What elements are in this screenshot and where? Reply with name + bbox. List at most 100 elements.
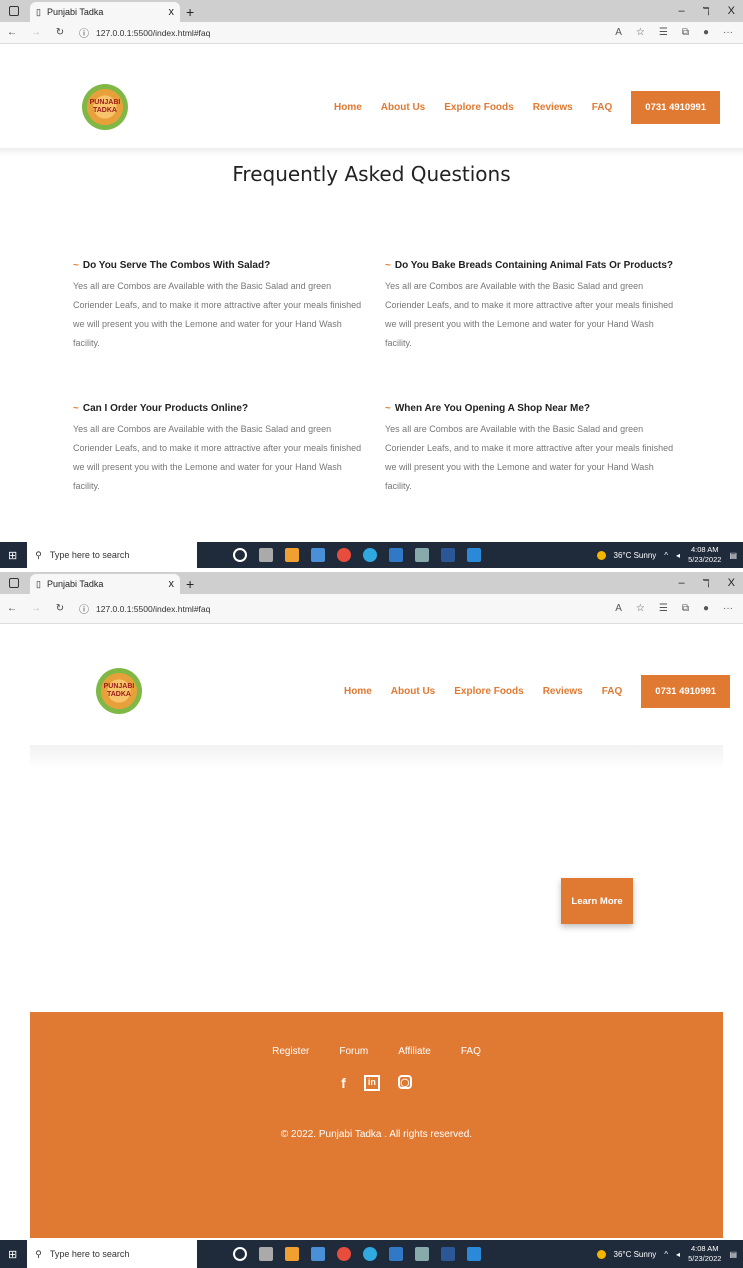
nav-about[interactable]: About Us bbox=[381, 102, 425, 113]
nav-home[interactable]: Home bbox=[334, 102, 362, 113]
app-icon[interactable] bbox=[389, 1247, 404, 1261]
faq-answer: Yes all are Combos are Available with th… bbox=[385, 424, 674, 491]
close-window-button[interactable]: X bbox=[728, 577, 735, 590]
back-icon[interactable]: ← bbox=[6, 603, 18, 615]
calculator-icon[interactable] bbox=[415, 1247, 430, 1261]
info-icon[interactable]: ⓘ bbox=[78, 603, 90, 616]
info-icon[interactable]: ⓘ bbox=[78, 27, 90, 40]
search-placeholder: Type here to search bbox=[49, 1249, 130, 1259]
favorites-icon[interactable]: ☰ bbox=[659, 603, 668, 614]
tab-close-button[interactable]: x bbox=[169, 6, 175, 18]
nav-reviews[interactable]: Reviews bbox=[543, 686, 583, 697]
minimize-button[interactable]: – bbox=[678, 577, 684, 590]
new-tab-button[interactable]: + bbox=[186, 4, 194, 20]
nav-faq[interactable]: FAQ bbox=[602, 686, 623, 697]
faq-question: Can I Order Your Products Online? bbox=[82, 403, 249, 414]
tilde-marker: ~ bbox=[73, 260, 79, 271]
collections-icon[interactable]: ⧉ bbox=[682, 603, 689, 614]
edge-icon[interactable] bbox=[363, 548, 378, 562]
nav-explore-foods[interactable]: Explore Foods bbox=[454, 686, 523, 697]
cortana-icon[interactable] bbox=[233, 1247, 248, 1261]
read-aloud-icon[interactable]: A bbox=[615, 603, 622, 614]
profile-icon[interactable]: ● bbox=[703, 603, 709, 614]
read-aloud-icon[interactable]: A bbox=[615, 27, 622, 38]
facebook-icon[interactable]: f bbox=[341, 1075, 346, 1091]
browser-tab[interactable]: ▯ Punjabi Tadka x bbox=[30, 2, 180, 22]
site-logo[interactable]: PUNJABI TADKA bbox=[82, 84, 128, 130]
footer-link-forum[interactable]: Forum bbox=[339, 1046, 368, 1057]
forward-icon[interactable]: → bbox=[30, 27, 42, 39]
vscode-icon[interactable] bbox=[467, 548, 482, 562]
tilde-marker: ~ bbox=[385, 403, 391, 414]
instagram-icon[interactable]: ◯ bbox=[397, 1075, 412, 1089]
chrome-icon[interactable] bbox=[337, 1247, 352, 1261]
volume-icon[interactable]: ◂ bbox=[676, 551, 680, 560]
address-bar[interactable]: ⓘ 127.0.0.1:5500/index.html#faq bbox=[78, 27, 210, 41]
nav-about[interactable]: About Us bbox=[391, 686, 435, 697]
taskbar-search[interactable]: ⚲ Type here to search bbox=[27, 542, 198, 568]
search-placeholder: Type here to search bbox=[49, 550, 130, 560]
footer-link-faq[interactable]: FAQ bbox=[461, 1046, 481, 1057]
tray-chevron-icon[interactable]: ^ bbox=[664, 1250, 668, 1259]
task-view-icon[interactable] bbox=[259, 1247, 274, 1261]
learn-more-button[interactable]: Learn More bbox=[561, 878, 633, 924]
profile-icon[interactable]: ● bbox=[703, 27, 709, 38]
word-icon[interactable] bbox=[441, 1247, 456, 1261]
phone-button[interactable]: 0731 4910991 bbox=[641, 674, 731, 708]
linkedin-icon[interactable]: in bbox=[363, 1075, 380, 1091]
more-icon[interactable]: ··· bbox=[723, 603, 733, 614]
volume-icon[interactable]: ◂ bbox=[676, 1250, 680, 1259]
tab-actions-icon[interactable] bbox=[9, 578, 19, 588]
footer-link-affiliate[interactable]: Affiliate bbox=[398, 1046, 431, 1057]
back-icon[interactable]: ← bbox=[6, 27, 18, 39]
new-tab-button[interactable]: + bbox=[186, 576, 194, 592]
favorite-add-icon[interactable]: ☆ bbox=[636, 27, 645, 38]
collections-icon[interactable]: ⧉ bbox=[682, 27, 689, 38]
clock-time: 4:08 AM bbox=[690, 1244, 719, 1253]
restore-button[interactable]: ℸ bbox=[703, 577, 710, 590]
edge-icon[interactable] bbox=[363, 1247, 378, 1261]
footer-link-register[interactable]: Register bbox=[272, 1046, 309, 1057]
minimize-button[interactable]: – bbox=[678, 5, 684, 18]
tilde-marker: ~ bbox=[73, 403, 79, 414]
nav-faq[interactable]: FAQ bbox=[592, 102, 613, 113]
close-window-button[interactable]: X bbox=[728, 5, 735, 18]
app-icon[interactable] bbox=[285, 548, 300, 562]
more-icon[interactable]: ··· bbox=[723, 27, 733, 38]
word-icon[interactable] bbox=[441, 548, 456, 562]
app-icon[interactable] bbox=[311, 1247, 326, 1261]
favorite-add-icon[interactable]: ☆ bbox=[636, 603, 645, 614]
tab-actions-icon[interactable] bbox=[9, 6, 19, 16]
windows-start-icon[interactable]: ⊞ bbox=[8, 1248, 17, 1261]
nav-explore-foods[interactable]: Explore Foods bbox=[444, 102, 513, 113]
notifications-icon[interactable]: ▤ bbox=[729, 551, 737, 560]
restore-button[interactable]: ℸ bbox=[703, 5, 710, 18]
app-icon[interactable] bbox=[285, 1247, 300, 1261]
phone-button[interactable]: 0731 4910991 bbox=[631, 90, 721, 124]
app-icon[interactable] bbox=[311, 548, 326, 562]
nav-reviews[interactable]: Reviews bbox=[533, 102, 573, 113]
refresh-icon[interactable]: ↻ bbox=[54, 603, 66, 615]
notifications-icon[interactable]: ▤ bbox=[729, 1250, 737, 1259]
page-icon: ▯ bbox=[36, 578, 41, 589]
vscode-icon[interactable] bbox=[467, 1247, 482, 1261]
favorites-icon[interactable]: ☰ bbox=[659, 27, 668, 38]
tab-close-button[interactable]: x bbox=[169, 578, 175, 590]
refresh-icon[interactable]: ↻ bbox=[54, 27, 66, 39]
forward-icon[interactable]: → bbox=[30, 603, 42, 615]
windows-start-icon[interactable]: ⊞ bbox=[8, 549, 17, 562]
chrome-icon[interactable] bbox=[337, 548, 352, 562]
weather-text[interactable]: 36°C Sunny bbox=[614, 1250, 657, 1259]
browser-tab[interactable]: ▯ Punjabi Tadka x bbox=[30, 574, 180, 594]
tray-chevron-icon[interactable]: ^ bbox=[664, 551, 668, 560]
weather-text[interactable]: 36°C Sunny bbox=[614, 551, 657, 560]
copyright: © 2022. Punjabi Tadka . All rights reser… bbox=[280, 1129, 473, 1140]
calculator-icon[interactable] bbox=[415, 548, 430, 562]
taskbar-search[interactable]: ⚲ Type here to search bbox=[27, 1240, 198, 1268]
app-icon[interactable] bbox=[389, 548, 404, 562]
task-view-icon[interactable] bbox=[259, 548, 274, 562]
address-bar[interactable]: ⓘ 127.0.0.1:5500/index.html#faq bbox=[78, 603, 210, 617]
nav-home[interactable]: Home bbox=[344, 686, 372, 697]
site-logo[interactable]: PUNJABI TADKA bbox=[96, 668, 142, 714]
cortana-icon[interactable] bbox=[233, 548, 248, 562]
